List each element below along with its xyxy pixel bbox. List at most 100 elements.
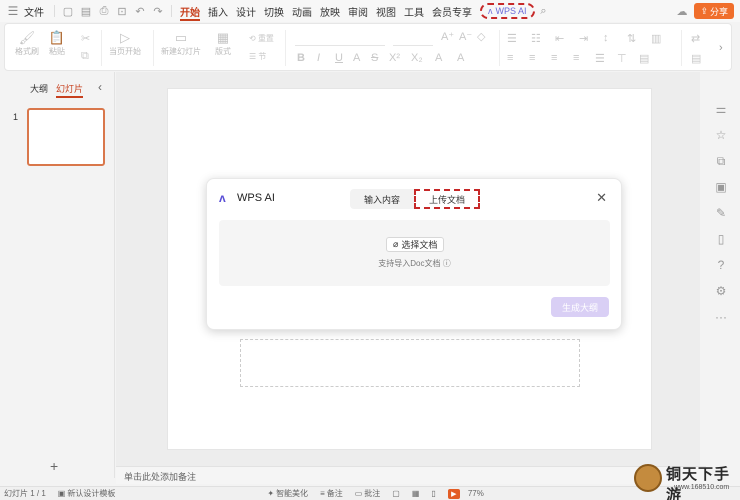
add-slide-icon[interactable]: + — [50, 458, 58, 474]
justify-icon[interactable]: ≡ — [573, 52, 579, 64]
text-direction-icon[interactable]: ⇅ — [627, 32, 636, 45]
tab-review[interactable]: 审阅 — [344, 0, 372, 22]
tab-tools[interactable]: 工具 — [400, 0, 428, 22]
tab-insert[interactable]: 插入 — [204, 0, 232, 22]
tab-animation[interactable]: 动画 — [288, 0, 316, 22]
font-family-select[interactable] — [295, 32, 385, 46]
cut-icon[interactable]: ✂ — [81, 32, 90, 45]
text-placeholder[interactable] — [240, 339, 580, 387]
superscript-icon[interactable]: X² — [389, 52, 400, 64]
align-center-icon[interactable]: ≡ — [529, 52, 535, 64]
layout-button[interactable]: ▦ 版式 — [215, 30, 231, 57]
properties-icon[interactable]: ⚌ — [706, 96, 736, 122]
tab-home[interactable]: 开始 — [176, 0, 204, 22]
format-painter-label: 格式刷 — [15, 47, 39, 56]
line-spacing-icon[interactable]: ↕ — [603, 32, 609, 44]
smart-beautify-button[interactable]: ✦ 智能美化 — [267, 488, 308, 499]
annotations-button[interactable]: ▭ 批注 — [355, 488, 381, 499]
text-effect-icon[interactable]: A — [457, 52, 464, 64]
tab-member[interactable]: 会员专享 — [428, 0, 476, 22]
choose-document-button[interactable]: ⌀ 选择文档 — [386, 237, 445, 252]
upload-drop-zone[interactable]: ⌀ 选择文档 支持导入Doc文档 ⓘ — [219, 220, 610, 286]
align-left-icon[interactable]: ≡ — [507, 52, 513, 64]
highlight-icon[interactable]: A — [435, 52, 442, 64]
preview-icon[interactable]: ⊡ — [113, 2, 131, 20]
normal-view-icon[interactable]: ▢ — [392, 489, 400, 498]
cloud-sync-icon[interactable]: ☁ — [674, 3, 690, 19]
find-icon[interactable]: ▤ — [691, 52, 701, 65]
font-color-icon[interactable]: A — [353, 52, 360, 64]
replace-icon[interactable]: ⇄ — [691, 32, 700, 45]
close-icon[interactable]: ✕ — [596, 190, 607, 206]
tab-design[interactable]: 设计 — [232, 0, 260, 22]
slide-thumbnail[interactable] — [27, 108, 105, 166]
settings-icon[interactable]: ⚙ — [706, 278, 736, 304]
sorter-view-icon[interactable]: ▦ — [412, 489, 420, 498]
undo-icon[interactable]: ↶ — [131, 2, 149, 20]
search-icon[interactable]: ⌕ — [535, 2, 553, 20]
bullet-list-icon[interactable]: ☰ — [507, 32, 517, 45]
paste-icon: 📋 — [48, 30, 66, 45]
favorites-icon[interactable]: ☆ — [706, 122, 736, 148]
numbered-list-icon[interactable]: ☷ — [531, 32, 541, 45]
info-icon[interactable]: ⓘ — [443, 259, 451, 268]
save-icon[interactable]: ▤ — [77, 2, 95, 20]
notes-area[interactable]: 单击此处添加备注 — [116, 466, 706, 484]
columns-icon[interactable]: ▥ — [651, 32, 661, 45]
wps-ai-dialog: ᴧ WPS AI 输入内容 上传文档 ✕ ⌀ 选择文档 支持导入Doc文档 ⓘ … — [206, 178, 622, 330]
underline-icon[interactable]: U — [335, 52, 343, 64]
new-doc-icon[interactable]: ▢ — [59, 2, 77, 20]
share-button[interactable]: ⇪ 分享 — [694, 3, 734, 19]
new-slide-button[interactable]: ▭ 新建幻灯片 — [161, 30, 201, 57]
tab-input-content[interactable]: 输入内容 — [350, 189, 414, 209]
generate-outline-button[interactable]: 生成大纲 — [551, 297, 609, 317]
font-size-select[interactable] — [393, 32, 433, 46]
tab-slides[interactable]: 幻灯片 — [56, 82, 84, 98]
tab-outline[interactable]: 大纲 — [30, 82, 48, 95]
pen-icon[interactable]: ✎ — [706, 200, 736, 226]
strikethrough-icon[interactable]: S — [371, 52, 378, 64]
copy-icon[interactable]: ⧉ — [81, 50, 89, 63]
decrease-font-icon[interactable]: A⁻ — [459, 30, 472, 43]
paste-button[interactable]: 📋 粘贴 — [49, 30, 65, 57]
section-button[interactable]: ☰ 节 — [249, 51, 266, 62]
subscript-icon[interactable]: X₂ — [411, 52, 423, 64]
help-icon[interactable]: ? — [706, 252, 736, 278]
dialog-title: WPS AI — [237, 192, 275, 204]
more-icon[interactable]: ··· — [706, 304, 736, 330]
tab-slideshow[interactable]: 放映 — [316, 0, 344, 22]
collapse-panel-icon[interactable]: ‹ — [98, 80, 102, 94]
upload-hint-text: 支持导入Doc文档 — [378, 259, 441, 268]
tab-view[interactable]: 视图 — [372, 0, 400, 22]
format-painter-button[interactable]: 🖌 格式刷 — [15, 30, 39, 57]
italic-icon[interactable]: I — [317, 52, 320, 64]
redo-icon[interactable]: ↷ — [149, 2, 167, 20]
align-right-icon[interactable]: ≡ — [551, 52, 557, 64]
indent-decrease-icon[interactable]: ⇤ — [555, 32, 564, 45]
book-icon[interactable]: ▯ — [706, 226, 736, 252]
print-icon[interactable]: ⎙ — [95, 2, 113, 20]
vertical-align-icon[interactable]: ⊤ — [617, 52, 627, 65]
copy-layout-icon[interactable]: ⧉ — [706, 148, 736, 174]
file-menu[interactable]: 文件 — [24, 4, 44, 19]
clear-format-icon[interactable]: ◇ — [477, 30, 485, 43]
indent-increase-icon[interactable]: ⇥ — [579, 32, 588, 45]
reset-button[interactable]: ⟲ 重置 — [249, 33, 274, 44]
increase-font-icon[interactable]: A⁺ — [441, 30, 454, 43]
tab-wps-ai[interactable]: ᴧ WPS AI — [480, 3, 535, 19]
reading-view-icon[interactable]: ▯ — [431, 489, 435, 498]
bold-icon[interactable]: B — [297, 52, 305, 64]
menu-icon[interactable]: ☰ — [4, 2, 22, 20]
play-from-current-button[interactable]: ▷ 当页开始 — [109, 30, 141, 57]
design-template-button[interactable]: ▣ 新认设计模板 — [58, 488, 116, 499]
divider — [499, 30, 500, 66]
image-icon[interactable]: ▣ — [706, 174, 736, 200]
slideshow-play-button[interactable]: ▶ — [447, 488, 460, 499]
distribute-icon[interactable]: ☰ — [595, 52, 605, 65]
ribbon-scroll-right-icon[interactable]: › — [719, 42, 723, 54]
zoom-level[interactable]: 77% — [468, 489, 484, 498]
notes-button[interactable]: ≡ 备注 — [320, 488, 343, 499]
tab-upload-document[interactable]: 上传文档 — [414, 189, 480, 209]
text-box-icon[interactable]: ▤ — [639, 52, 649, 65]
tab-transition[interactable]: 切换 — [260, 0, 288, 22]
